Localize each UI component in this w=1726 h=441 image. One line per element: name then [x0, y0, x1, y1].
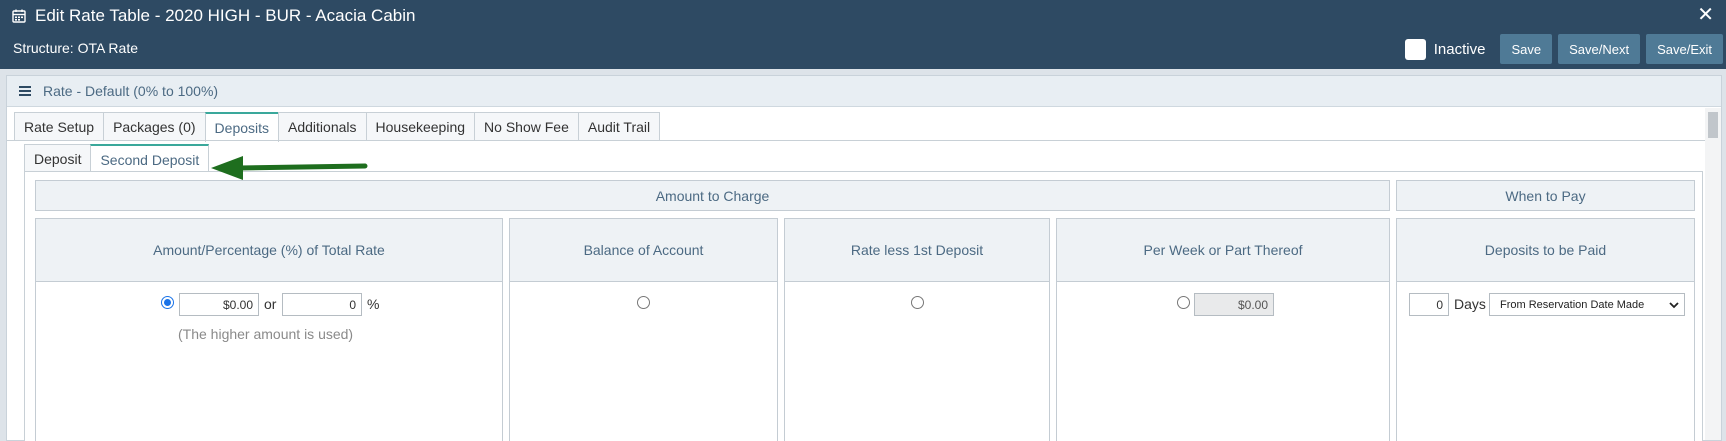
rate-less-column: Rate less 1st Deposit	[784, 218, 1050, 441]
higher-amount-hint: (The higher amount is used)	[178, 326, 354, 342]
scrollbar[interactable]	[1705, 108, 1721, 440]
annotation-arrow-icon	[211, 156, 368, 180]
subtab-second-deposit[interactable]: Second Deposit	[90, 144, 210, 174]
subtab-deposit[interactable]: Deposit	[24, 144, 92, 172]
or-label: or	[264, 296, 277, 312]
when-to-pay-header: When to Pay	[1396, 180, 1695, 211]
percent-sign: %	[367, 296, 380, 312]
header-actions: Inactive Save Save/Next Save/Exit	[1404, 34, 1723, 64]
amount-input[interactable]	[179, 293, 259, 316]
tab-additionals[interactable]: Additionals	[278, 112, 367, 141]
save-button[interactable]: Save	[1500, 34, 1553, 64]
days-input[interactable]	[1409, 293, 1449, 316]
dialog-header: Edit Rate Table - 2020 HIGH - BUR - Acac…	[0, 0, 1726, 69]
amount-percentage-header: Amount/Percentage (%) of Total Rate	[36, 219, 502, 282]
dialog-title: Edit Rate Table - 2020 HIGH - BUR - Acac…	[35, 6, 416, 25]
hamburger-icon[interactable]	[19, 86, 31, 96]
amount-percentage-column: Amount/Percentage (%) of Total Rate or %…	[35, 218, 503, 441]
tab-packages[interactable]: Packages (0)	[103, 112, 206, 141]
days-label: Days	[1454, 296, 1486, 312]
balance-column: Balance of Account	[509, 218, 778, 441]
balance-header: Balance of Account	[510, 219, 777, 282]
deposits-paid-header: Deposits to be Paid	[1397, 219, 1694, 282]
tab-deposits[interactable]: Deposits	[204, 112, 280, 142]
per-week-radio[interactable]	[1177, 296, 1190, 309]
save-exit-button[interactable]: Save/Exit	[1646, 34, 1723, 64]
percentage-input[interactable]	[282, 293, 362, 316]
per-week-input	[1194, 293, 1274, 316]
chevron-down-icon	[1669, 302, 1679, 309]
calendar-icon	[12, 9, 26, 23]
rate-less-header: Rate less 1st Deposit	[785, 219, 1049, 282]
dialog-body: Rate - Default (0% to 100%) Rate Setup P…	[0, 69, 1726, 441]
tabs-divider	[7, 140, 1705, 141]
per-week-header: Per Week or Part Thereof	[1057, 219, 1389, 282]
tab-no-show-fee[interactable]: No Show Fee	[474, 112, 579, 141]
deposits-paid-column: Deposits to be Paid Days From Reservatio…	[1396, 218, 1695, 441]
save-next-button[interactable]: Save/Next	[1558, 34, 1641, 64]
tab-rate-setup[interactable]: Rate Setup	[14, 112, 105, 141]
main-tabs: Rate Setup Packages (0) Deposits Additio…	[14, 112, 661, 142]
amount-to-charge-header: Amount to Charge	[35, 180, 1390, 211]
when-select[interactable]: From Reservation Date Made	[1489, 293, 1685, 316]
tab-audit-trail[interactable]: Audit Trail	[577, 112, 661, 141]
inactive-label: Inactive	[1433, 40, 1486, 58]
balance-radio[interactable]	[637, 296, 650, 309]
inactive-checkbox[interactable]	[1404, 38, 1426, 60]
structure-label: Structure: OTA Rate	[13, 40, 139, 56]
panel-title: Rate - Default (0% to 100%)	[43, 83, 219, 99]
dialog-title-row: Edit Rate Table - 2020 HIGH - BUR - Acac…	[12, 5, 415, 27]
amount-percentage-radio[interactable]	[161, 296, 174, 309]
per-week-column: Per Week or Part Thereof	[1056, 218, 1390, 441]
close-icon[interactable]: ✕	[1697, 3, 1714, 27]
deposit-subtabs: Deposit Second Deposit	[24, 144, 210, 174]
scrollbar-thumb[interactable]	[1708, 112, 1718, 138]
when-select-value: From Reservation Date Made	[1500, 298, 1645, 311]
panel-header: Rate - Default (0% to 100%)	[7, 76, 1721, 107]
rate-panel: Rate - Default (0% to 100%) Rate Setup P…	[6, 75, 1722, 441]
deposit-content: Amount to Charge When to Pay Amount/Perc…	[24, 171, 1703, 441]
rate-less-radio[interactable]	[911, 296, 924, 309]
tab-housekeeping[interactable]: Housekeeping	[365, 112, 476, 141]
